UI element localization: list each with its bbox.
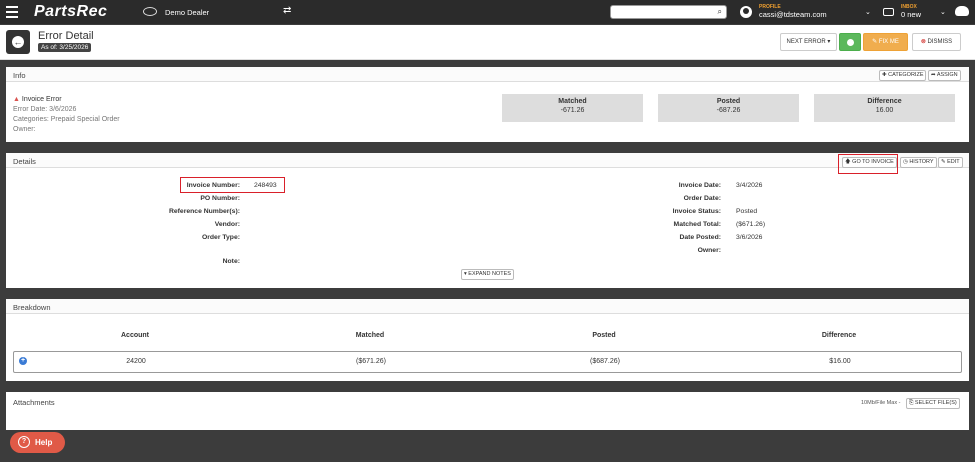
error-summary: ▲ Invoice Error Error Date: 3/6/2026 Cat… — [13, 95, 120, 135]
stat-label: Matched — [558, 98, 587, 105]
vendor-label: Vendor: — [214, 221, 240, 228]
inbox-count[interactable]: 0 new — [901, 10, 921, 19]
switch-dealer-icon[interactable]: ⇄ — [283, 5, 291, 16]
expand-notes-button[interactable]: ▾ EXPAND NOTES — [461, 269, 514, 280]
profile-avatar-icon[interactable] — [740, 6, 752, 18]
invoice-number-value: 248493 — [254, 182, 277, 189]
date-posted-value: 3/6/2026 — [736, 234, 763, 241]
invoice-status-label: Invoice Status: — [672, 208, 721, 215]
matched-stat: Matched -671.26 — [502, 94, 643, 122]
cloud-upload-icon[interactable] — [955, 6, 969, 16]
owner-label: Owner: — [697, 247, 721, 254]
stat-value: -671.26 — [560, 107, 585, 114]
error-type: ▲ Invoice Error — [13, 95, 120, 105]
details-panel: Details 🡅 GO TO INVOICE ◷ HISTORY ✎ EDIT… — [6, 153, 969, 288]
stat-value: 16.00 — [875, 107, 894, 114]
account-cell: 24200 — [126, 358, 146, 365]
dealer-name[interactable]: Demo Dealer — [165, 8, 209, 17]
info-panel: Info ✚ CATEGORIZE ➦ ASSIGN ▲ Invoice Err… — [6, 67, 969, 142]
history-button[interactable]: ◷ HISTORY — [900, 157, 937, 168]
back-button[interactable]: ← — [6, 30, 30, 54]
dealer-brand-icon — [143, 7, 157, 16]
breakdown-panel: Breakdown Account Matched Posted Differe… — [6, 299, 969, 381]
attachments-panel-header: Attachments 10Mb/File Max - ⎘ SELECT FIL… — [6, 392, 969, 409]
details-title: Details — [13, 157, 36, 166]
column-header-matched[interactable]: Matched — [280, 332, 460, 339]
error-date: Error Date: 3/6/2026 — [13, 106, 77, 113]
column-header-account[interactable]: Account — [45, 332, 225, 339]
assign-button[interactable]: ➦ ASSIGN — [928, 70, 961, 81]
expand-row-icon[interactable]: + — [19, 357, 27, 365]
help-button[interactable]: ? Help — [10, 432, 65, 453]
inbox-icon[interactable] — [883, 8, 894, 16]
close-circle-icon: ⊗ — [920, 39, 926, 45]
chevron-down-icon[interactable]: ⌄ — [865, 8, 871, 16]
po-number-label: PO Number: — [200, 195, 240, 202]
arrow-left-icon: ← — [12, 36, 24, 48]
reference-number-label: Reference Number(s): — [168, 208, 240, 215]
stat-value: -687.26 — [716, 107, 741, 114]
warning-icon: ▲ — [13, 96, 20, 103]
attachments-title: Attachments — [13, 398, 55, 407]
select-files-button[interactable]: ⎘ SELECT FILE(S) — [906, 398, 960, 409]
matched-total-value: ($671.26) — [736, 221, 766, 228]
info-title: Info — [13, 71, 26, 80]
dismiss-label: DISMISS — [927, 39, 953, 45]
chevron-down-icon[interactable]: ⌄ — [940, 8, 946, 16]
column-header-difference[interactable]: Difference — [749, 332, 929, 339]
help-label: Help — [35, 438, 53, 447]
attachments-panel: Attachments 10Mb/File Max - ⎘ SELECT FIL… — [6, 392, 969, 430]
invoice-date-value: 3/4/2026 — [736, 182, 763, 189]
info-panel-header: Info ✚ CATEGORIZE ➦ ASSIGN — [6, 67, 969, 82]
difference-stat: Difference 16.00 — [814, 94, 955, 122]
details-panel-header: Details 🡅 GO TO INVOICE ◷ HISTORY ✎ EDIT — [6, 153, 969, 174]
invoice-date-label: Invoice Date: — [678, 182, 721, 189]
file-size-limit: 10Mb/File Max - — [861, 400, 901, 406]
check-icon — [846, 39, 854, 46]
order-type-label: Order Type: — [201, 234, 240, 241]
edit-button[interactable]: ✎ EDIT — [938, 157, 963, 168]
posted-stat: Posted -687.26 — [658, 94, 799, 122]
resolve-button[interactable] — [839, 33, 861, 51]
stat-label: Posted — [716, 98, 741, 105]
error-owner: Owner: — [13, 126, 36, 133]
breakdown-panel-header: Breakdown — [6, 299, 969, 314]
highlight-box — [838, 154, 898, 174]
breakdown-title: Breakdown — [13, 303, 51, 312]
matched-cell: ($671.26) — [356, 358, 386, 365]
page-title: Error Detail — [38, 30, 94, 42]
question-icon: ? — [18, 436, 30, 448]
matched-total-label: Matched Total: — [673, 221, 721, 228]
order-date-label: Order Date: — [683, 195, 721, 202]
note-label: Note: — [222, 258, 240, 265]
profile-email[interactable]: cassi@tdsteam.com — [759, 10, 827, 19]
next-error-button[interactable]: NEXT ERROR ▾ — [780, 33, 837, 51]
difference-cell: $16.00 — [829, 358, 851, 365]
fix-me-button[interactable]: ✎ FIX ME — [863, 33, 908, 51]
stat-label: Difference — [867, 98, 902, 105]
error-categories: Categories: Prepaid Special Order — [13, 116, 120, 123]
as-of-badge: As of: 3/25/2026 — [38, 43, 92, 52]
date-posted-label: Date Posted: — [679, 234, 721, 241]
top-navbar: PartsRec Demo Dealer ⇄ ⌕ PROFILE cassi@t… — [0, 0, 975, 24]
table-row[interactable]: + 24200 ($671.26) ($687.26) $16.00 — [13, 351, 962, 373]
app-logo[interactable]: PartsRec — [34, 3, 107, 21]
dismiss-button[interactable]: ⊗ DISMISS — [912, 33, 961, 51]
error-type-label: Invoice Error — [21, 96, 62, 103]
column-header-posted[interactable]: Posted — [514, 332, 694, 339]
posted-cell: ($687.26) — [590, 358, 620, 365]
menu-icon[interactable] — [6, 6, 18, 18]
categorize-button[interactable]: ✚ CATEGORIZE — [879, 70, 927, 81]
invoice-number-label: Invoice Number: — [186, 182, 240, 189]
search-input[interactable]: ⌕ — [610, 5, 727, 19]
invoice-status-value: Posted — [736, 208, 758, 215]
search-icon[interactable]: ⌕ — [718, 7, 722, 17]
